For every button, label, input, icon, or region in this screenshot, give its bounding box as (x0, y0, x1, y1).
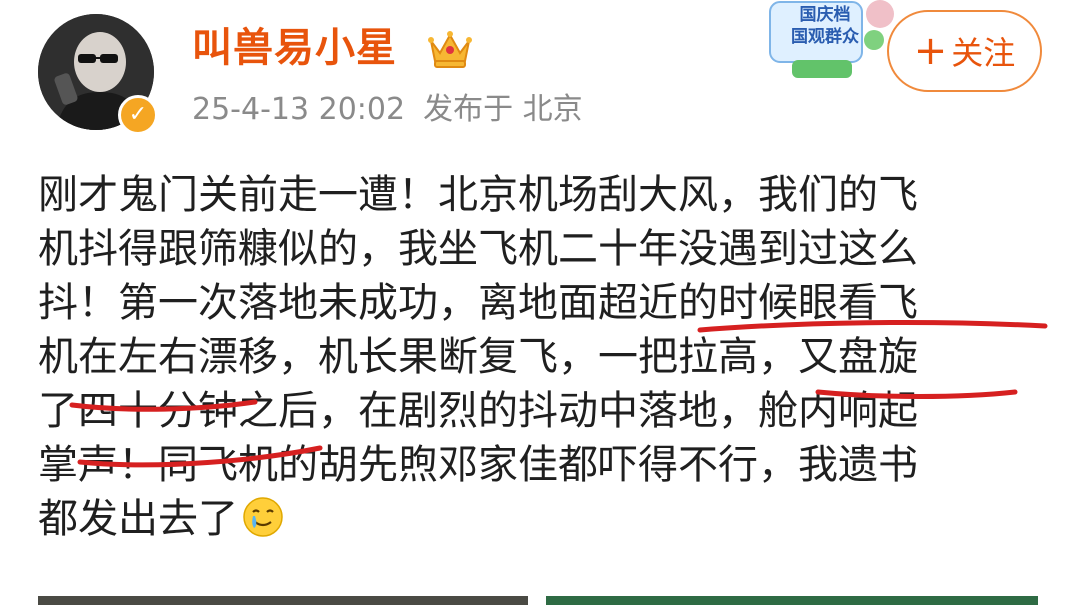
post-line: 抖！第一次落地未成功，离地面超近的时候眼看飞 (38, 280, 918, 326)
post-text: 刚才鬼门关前走一遭！北京机场刮大风，我们的飞 机抖得跟筛糠似的，我坐飞机二十年没… (38, 168, 1038, 546)
follow-button[interactable]: + 关注 (887, 10, 1042, 92)
post-timestamp: 25-4-13 20:02 (192, 92, 406, 127)
post-line: 机抖得跟筛糠似的，我坐飞机二十年没遇到过这么 (38, 226, 918, 272)
promo-line-2: 国观群众 (791, 27, 859, 47)
promo-sticker-label: 国庆档 国观群众 (785, 4, 865, 48)
verified-icon: ✓ (118, 95, 158, 135)
image-thumbnail[interactable] (38, 596, 528, 605)
follow-label: 关注 (951, 34, 1016, 72)
crown-icon (428, 31, 472, 68)
post-line: 刚才鬼门关前走一遭！北京机场刮大风，我们的飞 (38, 172, 918, 218)
crying-laughing-emoji-icon (243, 497, 283, 537)
post-location: 发布于 北京 (423, 92, 583, 127)
username[interactable]: 叫兽易小星 (192, 22, 397, 74)
promo-line-1: 国庆档 (799, 5, 851, 25)
post-line: 掌声！同飞机的胡先煦邓家佳都吓得不行，我遗书 (38, 442, 918, 488)
post-meta: 25-4-13 20:02 发布于 北京 (192, 90, 583, 130)
post-line: 机在左右漂移，机长果断复飞，一把拉高，又盘旋 (38, 334, 918, 380)
plus-icon: + (913, 28, 948, 74)
post-line: 都发出去了 (38, 496, 238, 542)
image-thumbnail[interactable] (546, 596, 1038, 605)
post-line: 了四十分钟之后，在剧烈的抖动中落地，舱内响起 (38, 388, 918, 434)
post-line-last: 都发出去了 (38, 492, 1038, 546)
